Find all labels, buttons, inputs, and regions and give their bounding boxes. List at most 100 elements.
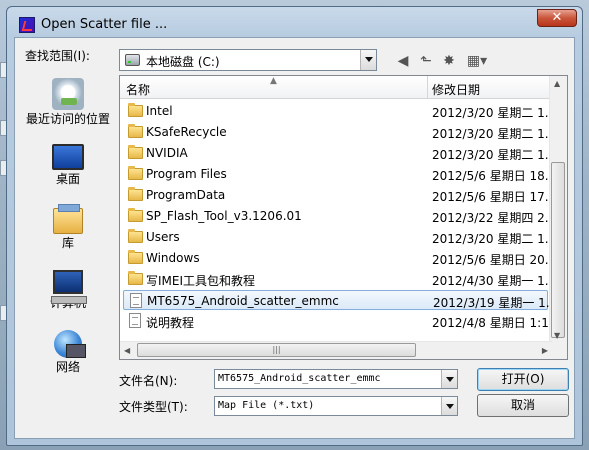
look-in-label: 查找范围(I): [25,49,90,63]
list-item[interactable]: NVIDIA 2012/3/20 星期二 1... [123,143,548,163]
up-one-level-button[interactable]: ⬑ [416,52,436,70]
item-name: 说明教程 [146,316,195,330]
desktop-icon [52,144,84,170]
list-item[interactable]: Users 2012/3/20 星期二 1... [123,227,548,247]
item-name: 写IMEI工具包和教程 [146,274,256,288]
item-name: Intel [146,104,173,118]
scroll-left-icon[interactable]: ◀ [124,346,130,355]
item-date: 2012/3/19 星期一 1... [433,296,549,310]
item-name: MT6575_Android_scatter_emmc [147,294,339,308]
item-date: 2012/3/20 星期二 1... [432,127,548,141]
file-name-combobox[interactable]: MT6575_Android_scatter_emmc [214,369,458,389]
app-icon [19,17,35,33]
list-item[interactable]: Intel 2012/3/20 星期二 1... [123,101,548,121]
item-name: SP_Flash_Tool_v3.1206.01 [146,209,302,223]
file-type-value: Map File (*.txt) [218,400,315,411]
close-icon: ✕ [551,10,563,25]
place-label: 库 [61,236,74,250]
cancel-button[interactable]: 取消 [477,394,569,417]
back-arrow-icon: ◀ [397,53,409,69]
title-bar[interactable]: Open Scatter file ... ✕ [7,7,582,37]
folder-icon [128,145,143,159]
place-libraries[interactable]: 库 [22,204,114,251]
file-name-label: 文件名(N): [119,374,178,388]
item-name: Windows [146,251,200,265]
item-date: 2012/5/6 星期日 18... [432,169,548,183]
scroll-down-icon[interactable]: ▼ [554,331,560,340]
list-item[interactable]: ProgramData 2012/5/6 星期日 17... [123,185,548,205]
file-type-select[interactable]: Map File (*.txt) [214,396,458,416]
network-icon [54,330,86,358]
item-name: ProgramData [146,188,226,202]
list-item[interactable]: Program Files 2012/5/6 星期日 18... [123,164,548,184]
view-menu-button[interactable]: ▦▾ [462,52,492,70]
look-in-combobox[interactable]: 本地磁盘 (C:) [119,49,377,71]
vertical-scrollbar[interactable]: ▲ ▼ [549,76,567,343]
place-desktop[interactable]: 桌面 [22,144,114,187]
folder-icon [128,208,143,222]
close-button[interactable]: ✕ [537,9,577,27]
item-name: Users [146,230,180,244]
look-in-value: 本地磁盘 (C:) [146,55,220,69]
list-item[interactable]: 说明教程 2012/4/8 星期日 1:16 [123,311,548,331]
place-label: 网络 [55,360,80,374]
back-button[interactable]: ◀ [393,52,413,70]
place-network[interactable]: 网络 [22,330,114,375]
open-button[interactable]: 打开(O) [477,368,569,391]
new-folder-icon: ✸ [443,53,455,69]
text-file-icon [129,313,141,328]
local-disk-icon [125,54,140,66]
chevron-down-icon[interactable] [441,397,457,415]
list-item[interactable]: Windows 2012/5/6 星期日 20... [123,248,548,268]
item-date: 2012/4/8 星期日 1:16 [432,316,548,330]
chevron-down-icon[interactable] [360,50,376,70]
list-item[interactable]: SP_Flash_Tool_v3.1206.01 2012/3/22 星期四 2… [123,206,548,226]
item-date: 2012/5/6 星期日 17... [432,190,548,204]
chevron-down-icon[interactable] [441,370,457,388]
computer-icon [51,270,87,304]
horizontal-scroll-thumb[interactable]: ||| [137,343,416,357]
list-item[interactable]: KSafeRecycle 2012/3/20 星期二 1... [123,122,548,142]
place-recent[interactable]: 最近访问的位置 [22,78,114,127]
scrollbar-corner [550,342,567,359]
column-header: 名称 ▲ 修改日期 [120,76,550,99]
column-date-header[interactable]: 修改日期 [432,81,480,98]
file-type-label: 文件类型(T): [119,400,188,414]
folder-icon [128,229,143,243]
window-title: Open Scatter file ... [41,17,168,32]
item-date: 2012/3/20 星期二 1... [432,148,548,162]
scroll-grip-icon: ||| [272,345,281,354]
item-date: 2012/3/20 星期二 1... [432,106,548,120]
sort-ascending-icon: ▲ [270,76,277,86]
recent-places-icon [52,78,84,110]
column-name-header[interactable]: 名称 [126,81,150,98]
list-item[interactable]: 写IMEI工具包和教程 2012/4/30 星期一 1... [123,269,548,289]
folder-icon [128,250,143,264]
item-name: Program Files [146,167,227,181]
item-name: KSafeRecycle [146,125,227,139]
scroll-right-icon[interactable]: ▶ [542,346,548,355]
places-bar: 最近访问的位置 桌面 库 计算机 网络 [22,74,114,396]
file-name-value[interactable]: MT6575_Android_scatter_emmc [218,373,381,384]
view-menu-icon: ▦▾ [466,53,488,69]
place-label: 桌面 [55,172,80,186]
scroll-up-icon[interactable]: ▲ [554,79,560,88]
horizontal-scrollbar[interactable]: ◀ ||| ▶ [120,341,552,359]
folder-icon [128,271,143,285]
new-folder-button[interactable]: ✸ [439,52,459,70]
vertical-scroll-thumb[interactable] [551,162,565,338]
item-name: NVIDIA [146,146,188,160]
place-label: 最近访问的位置 [25,112,110,126]
item-date: 2012/3/22 星期四 2... [432,211,548,225]
libraries-icon [53,204,83,234]
folder-up-icon: ⬑ [420,53,432,69]
item-date: 2012/3/20 星期二 1... [432,232,548,246]
text-file-icon [130,293,142,308]
list-item-selected[interactable]: MT6575_Android_scatter_emmc 2012/3/19 星期… [123,290,549,310]
place-computer[interactable]: 计算机 [22,270,114,311]
column-divider[interactable] [427,76,428,98]
file-list-view[interactable]: 名称 ▲ 修改日期 Intel 2012/3/20 星期二 1... KSafe… [119,75,568,360]
folder-icon [128,187,143,201]
item-date: 2012/5/6 星期日 20... [432,253,548,267]
item-date: 2012/4/30 星期一 1... [432,274,548,288]
